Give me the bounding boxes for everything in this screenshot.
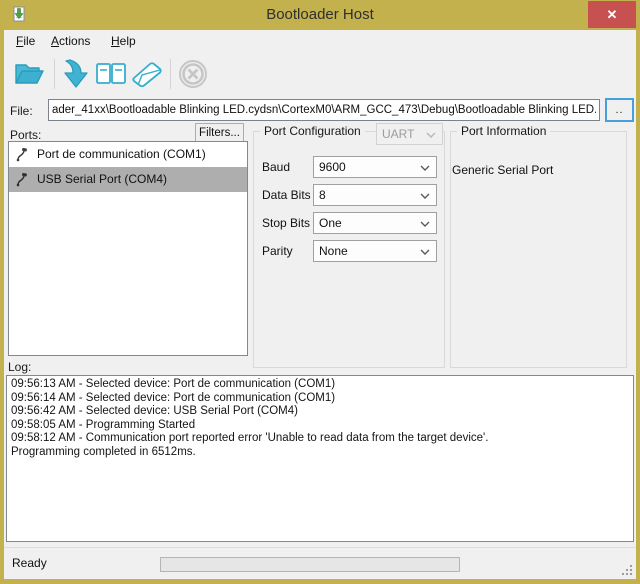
data-bits-dropdown[interactable]: 8 <box>313 184 437 206</box>
menu-file[interactable]: File <box>9 30 42 53</box>
log-line: 09:58:05 AM - Programming Started <box>11 419 629 433</box>
browse-button[interactable]: .. <box>605 98 634 122</box>
log-label: Log: <box>8 360 31 374</box>
log-textarea[interactable]: 09:56:13 AM - Selected device: Port de c… <box>6 375 634 542</box>
program-icon <box>60 57 94 91</box>
maximize-button[interactable] <box>560 0 590 29</box>
log-line: 09:58:12 AM - Communication port reporte… <box>11 432 629 446</box>
chevron-down-icon <box>420 249 430 255</box>
protocol-dropdown[interactable]: UART <box>376 123 443 145</box>
port-information-title: Port Information <box>457 124 550 138</box>
stop-bits-label: Stop Bits <box>262 212 317 234</box>
baud-label: Baud <box>262 156 317 178</box>
log-line: 09:56:13 AM - Selected device: Port de c… <box>11 378 629 392</box>
toolbar-separator <box>170 59 171 89</box>
log-line: 09:56:14 AM - Selected device: Port de c… <box>11 392 629 406</box>
toolbar-separator <box>54 59 55 89</box>
menu-help[interactable]: Help <box>104 30 143 53</box>
port-configuration-title: Port Configuration <box>260 124 365 138</box>
program-button[interactable] <box>60 57 94 91</box>
ports-listbox[interactable]: Port de communication (COM1) USB Serial … <box>8 141 248 356</box>
close-button[interactable]: ✕ <box>588 1 636 28</box>
verify-button[interactable] <box>94 57 128 91</box>
port-information-text: Generic Serial Port <box>452 163 553 177</box>
statusbar: Ready <box>4 547 636 579</box>
resize-grip[interactable] <box>620 563 632 575</box>
toolbar <box>4 53 636 95</box>
bootloader-host-window: Bootloader Host ✕ File Actions Help <box>0 0 640 584</box>
port-list-item[interactable]: Port de communication (COM1) <box>9 142 247 167</box>
file-path-input[interactable] <box>48 99 600 121</box>
parity-label: Parity <box>262 240 317 262</box>
abort-button[interactable] <box>176 57 210 91</box>
titlebar[interactable]: Bootloader Host ✕ <box>0 0 640 30</box>
chevron-down-icon <box>426 132 436 138</box>
log-line: 09:56:42 AM - Selected device: USB Seria… <box>11 405 629 419</box>
chevron-down-icon <box>420 221 430 227</box>
ports-label: Ports: <box>10 128 41 142</box>
progress-bar <box>160 557 460 572</box>
menubar: File Actions Help <box>4 30 636 53</box>
erase-button[interactable] <box>130 57 164 91</box>
client-area: File Actions Help <box>4 30 636 579</box>
stop-bits-dropdown[interactable]: One <box>313 212 437 234</box>
erase-icon <box>130 57 164 91</box>
log-line: Programming completed in 6512ms. <box>11 446 629 460</box>
serial-port-icon <box>16 172 31 187</box>
parity-dropdown[interactable]: None <box>313 240 437 262</box>
menu-actions[interactable]: Actions <box>44 30 97 53</box>
file-label: File: <box>10 104 44 118</box>
port-item-label: Port de communication (COM1) <box>37 147 206 161</box>
status-text: Ready <box>12 556 47 570</box>
verify-icon <box>94 57 128 91</box>
serial-port-icon <box>16 147 31 162</box>
chevron-down-icon <box>420 193 430 199</box>
data-bits-label: Data Bits <box>262 184 317 206</box>
chevron-down-icon <box>420 165 430 171</box>
minimize-button[interactable] <box>528 0 558 29</box>
port-item-label: USB Serial Port (COM4) <box>37 172 167 186</box>
open-file-icon <box>12 57 46 91</box>
open-file-button[interactable] <box>12 57 46 91</box>
baud-dropdown[interactable]: 9600 <box>313 156 437 178</box>
abort-icon <box>176 57 210 91</box>
port-list-item-selected[interactable]: USB Serial Port (COM4) <box>9 167 247 192</box>
